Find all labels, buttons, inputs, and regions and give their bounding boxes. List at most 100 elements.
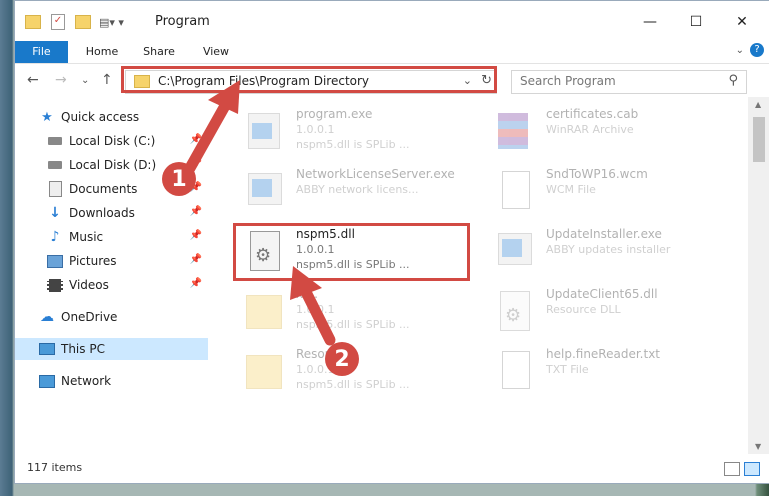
sidebar-item-label: OneDrive xyxy=(61,310,118,324)
archive-icon xyxy=(494,109,534,153)
sidebar-item-label: Downloads xyxy=(69,206,135,220)
sidebar-item-local-disk-c[interactable]: Local Disk (C:) 📌 xyxy=(15,130,208,152)
sidebar-item-pictures[interactable]: Pictures 📌 xyxy=(15,250,208,272)
status-bar: 117 items xyxy=(15,454,769,482)
up-button[interactable]: ↑ xyxy=(101,72,113,88)
sidebar-item-network[interactable]: Network xyxy=(15,370,208,392)
sidebar-item-label: Documents xyxy=(69,182,138,196)
tab-share[interactable]: Share xyxy=(135,41,183,63)
customize-toolbar-icon[interactable]: ▤▾ ▾ xyxy=(99,16,124,29)
file-name: xl... xyxy=(296,287,318,301)
file-name: UpdateClient65.dll xyxy=(546,287,658,301)
search-placeholder: Search Program xyxy=(520,74,616,88)
tab-view[interactable]: View xyxy=(195,41,237,63)
vertical-scrollbar[interactable]: ▲ ▼ xyxy=(748,97,769,454)
large-icons-view-icon[interactable] xyxy=(744,462,760,476)
window-title: Program xyxy=(155,14,210,29)
sidebar-item-onedrive[interactable]: ☁ OneDrive xyxy=(15,306,208,328)
close-button[interactable]: ✕ xyxy=(722,11,762,33)
file-type: WCM File xyxy=(546,183,596,196)
sidebar-item-label: Local Disk (C:) xyxy=(69,134,156,148)
tab-file[interactable]: File xyxy=(15,41,68,63)
dll-gear-icon: ⚙ xyxy=(494,289,534,333)
item-count: 117 items xyxy=(27,461,83,474)
file-item-help-finereader-txt[interactable]: help.fineReader.txt TXT File xyxy=(494,343,724,397)
application-icon xyxy=(244,169,284,213)
pin-icon[interactable]: 📌 xyxy=(190,230,202,241)
navigation-pane: ★ Quick access Local Disk (C:) 📌 Local D… xyxy=(15,97,208,454)
address-bar-highlight xyxy=(121,66,497,93)
text-file-icon xyxy=(494,349,534,393)
maximize-button[interactable]: ☐ xyxy=(676,11,716,33)
title-bar: ✓ ▤▾ ▾ Program — ☐ ✕ xyxy=(15,1,769,41)
file-item-updateclient65-dll[interactable]: ⚙ UpdateClient65.dll Resource DLL xyxy=(494,283,724,337)
pin-icon[interactable]: 📌 xyxy=(190,134,202,145)
recent-locations-icon[interactable]: ⌄ xyxy=(81,75,89,86)
file-description: nspm5.dll is SPLib ... xyxy=(296,378,410,391)
computer-icon xyxy=(39,341,55,357)
sidebar-item-videos[interactable]: Videos 📌 xyxy=(15,274,208,296)
file-name: SndToWP16.wcm xyxy=(546,167,648,181)
file-type: TXT File xyxy=(546,363,589,376)
file-name: NetworkLicenseServer.exe xyxy=(296,167,455,181)
sidebar-item-label: Quick access xyxy=(61,110,140,124)
pin-icon[interactable]: 📌 xyxy=(190,254,202,265)
file-icon xyxy=(494,169,534,213)
file-name: UpdateInstaller.exe xyxy=(546,227,662,241)
documents-icon xyxy=(47,181,63,197)
file-name: program.exe xyxy=(296,107,373,121)
file-item-updateinstaller-exe[interactable]: UpdateInstaller.exe ABBY updates install… xyxy=(494,223,724,277)
properties-icon[interactable]: ✓ xyxy=(51,14,65,30)
scroll-down-icon[interactable]: ▼ xyxy=(755,442,761,451)
sidebar-item-this-pc[interactable]: This PC xyxy=(15,338,208,360)
file-name: help.fineReader.txt xyxy=(546,347,660,361)
search-box[interactable]: Search Program ⚲ xyxy=(511,70,747,94)
star-icon: ★ xyxy=(41,109,53,125)
file-item-sndtowp16-wcm[interactable]: SndToWP16.wcm WCM File xyxy=(494,163,724,217)
help-icon[interactable]: ? xyxy=(750,43,764,57)
file-version: 1.0.0.1 xyxy=(296,123,335,136)
sidebar-item-downloads[interactable]: ↓ Downloads 📌 xyxy=(15,202,208,224)
file-description: nspm5.dll is SPLib ... xyxy=(296,138,410,151)
drive-icon xyxy=(47,133,63,149)
forward-button[interactable]: → xyxy=(55,72,67,88)
music-icon: ♪ xyxy=(50,229,60,245)
sidebar-item-label: This PC xyxy=(61,342,105,356)
scrollbar-thumb[interactable] xyxy=(753,117,765,162)
details-view-icon[interactable] xyxy=(724,462,740,476)
ribbon: File Home Share View ⌄ ? xyxy=(15,41,769,63)
network-icon xyxy=(39,373,55,389)
scroll-up-icon[interactable]: ▲ xyxy=(755,100,761,109)
file-highlight xyxy=(233,223,470,281)
file-item-networklicenseserver-exe[interactable]: NetworkLicenseServer.exe ABBY network li… xyxy=(244,163,474,217)
download-icon: ↓ xyxy=(49,205,61,221)
sidebar-item-label: Local Disk (D:) xyxy=(69,158,157,172)
file-item-folder[interactable]: xl... 1.0.0.1 nspm5.dll is SPLib ... xyxy=(244,283,474,337)
sidebar-item-music[interactable]: ♪ Music 📌 xyxy=(15,226,208,248)
file-type: ABBY network licens... xyxy=(296,183,419,196)
file-item-certificates-cab[interactable]: certificates.cab WinRAR Archive xyxy=(494,103,724,157)
sidebar-item-label: Pictures xyxy=(69,254,117,268)
file-type: Resource DLL xyxy=(546,303,621,316)
file-item-resource-folder[interactable]: Resour... 1.0.0.1 nspm5.dll is SPLib ... xyxy=(244,343,474,397)
expand-ribbon-icon[interactable]: ⌄ xyxy=(736,45,744,56)
file-description: nspm5.dll is SPLib ... xyxy=(296,318,410,331)
sidebar-item-label: Videos xyxy=(69,278,109,292)
new-folder-icon[interactable] xyxy=(75,15,91,29)
back-button[interactable]: ← xyxy=(27,72,39,88)
folder-icon xyxy=(244,289,284,333)
file-version: 1.0.0.1 xyxy=(296,303,335,316)
file-item-program-exe[interactable]: program.exe 1.0.0.1 nspm5.dll is SPLib .… xyxy=(244,103,474,157)
minimize-button[interactable]: — xyxy=(630,11,670,33)
pin-icon[interactable]: 📌 xyxy=(190,278,202,289)
callout-badge-2: 2 xyxy=(325,342,359,376)
pin-icon[interactable]: 📌 xyxy=(190,206,202,217)
tab-home[interactable]: Home xyxy=(77,41,127,63)
sidebar-item-quick-access[interactable]: ★ Quick access xyxy=(15,106,208,128)
file-type: ABBY updates installer xyxy=(546,243,671,256)
file-name: certificates.cab xyxy=(546,107,639,121)
drive-icon xyxy=(47,157,63,173)
application-icon xyxy=(494,229,534,273)
search-icon: ⚲ xyxy=(728,73,738,88)
folder-icon[interactable] xyxy=(25,15,41,29)
